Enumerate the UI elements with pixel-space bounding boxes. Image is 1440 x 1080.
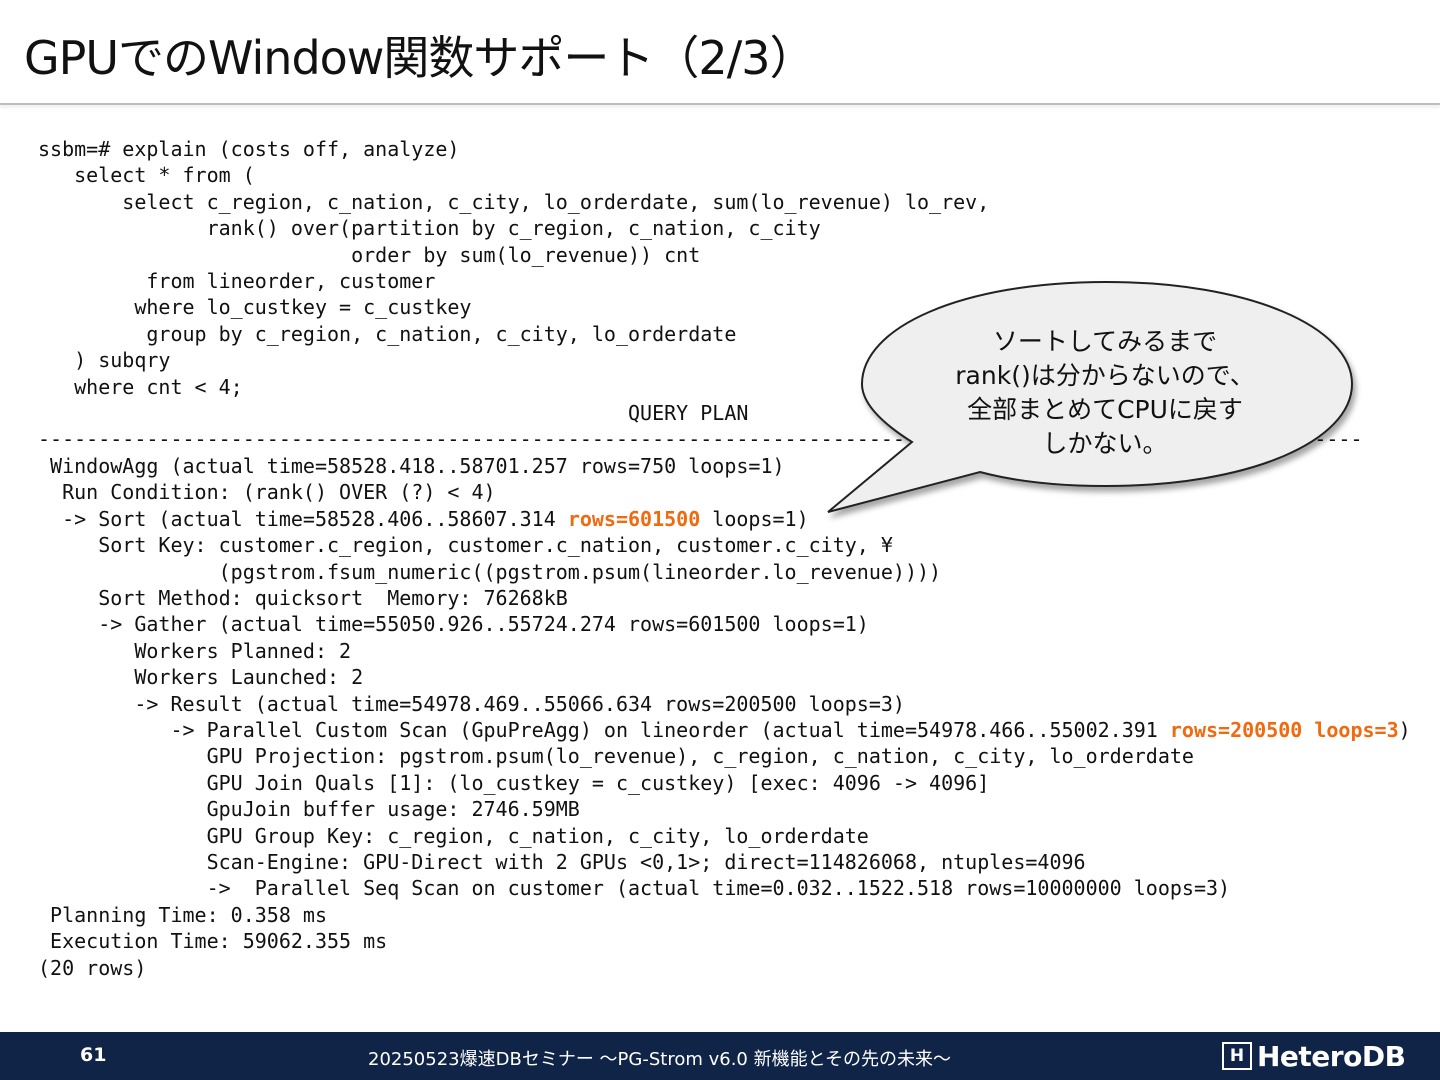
- code-line: group by c_region, c_nation, c_city, lo_…: [38, 321, 737, 346]
- code-line: order by sum(lo_revenue)) cnt: [38, 242, 701, 267]
- plan-line-suffix: ): [1398, 717, 1411, 742]
- title-divider: [0, 103, 1440, 105]
- code-line: select * from (: [38, 163, 255, 188]
- plan-line: GpuJoin buffer usage: 2746.59MB: [38, 797, 580, 822]
- plan-line-prefix: -> Sort (actual time=58528.406..58607.31…: [38, 506, 568, 531]
- footer-bar: 61 20250523爆速DBセミナー ～PG-Strom v6.0 新機能とそ…: [0, 1032, 1440, 1080]
- plan-line: Sort Method: quicksort Memory: 76268kB: [38, 585, 568, 610]
- logo-text: HeteroDB: [1257, 1039, 1406, 1073]
- code-line: rank() over(partition by c_region, c_nat…: [38, 216, 821, 241]
- highlight-scan-rows: rows=200500 loops=3: [1169, 717, 1399, 742]
- plan-line: Planning Time: 0.358 ms: [38, 902, 327, 927]
- callout-line: ソートしてみるまで: [992, 327, 1218, 356]
- plan-line: Run Condition: (rank() OVER (?) < 4): [38, 480, 496, 505]
- plan-line: WindowAgg (actual time=58528.418..58701.…: [38, 453, 785, 478]
- logo-mark-icon: H: [1222, 1042, 1252, 1070]
- explain-output: ssbm=# explain (costs off, analyze) sele…: [38, 136, 1411, 981]
- plan-line-prefix: -> Parallel Custom Scan (GpuPreAgg) on l…: [38, 717, 1170, 742]
- plan-line: Workers Planned: 2: [38, 638, 352, 663]
- plan-line-sort: -> Sort (actual time=58528.406..58607.31…: [38, 507, 809, 531]
- seminar-title: 20250523爆速DBセミナー ～PG-Strom v6.0 新機能とその先の…: [368, 1049, 952, 1070]
- code-line: where lo_custkey = c_custkey: [38, 295, 472, 320]
- plan-line: -> Parallel Seq Scan on customer (actual…: [38, 876, 1231, 901]
- plan-line: -> Result (actual time=54978.469..55066.…: [38, 691, 905, 716]
- highlight-sort-rows: rows=601500: [567, 506, 701, 531]
- callout-line: 全部まとめてCPUに戻す: [967, 395, 1243, 424]
- plan-line: Scan-Engine: GPU-Direct with 2 GPUs <0,1…: [38, 849, 1086, 874]
- plan-line-custom-scan: -> Parallel Custom Scan (GpuPreAgg) on l…: [38, 717, 1411, 742]
- plan-line: Workers Launched: 2: [38, 665, 364, 690]
- plan-line: GPU Projection: pgstrom.psum(lo_revenue)…: [38, 744, 1194, 769]
- plan-line: (pgstrom.fsum_numeric((pgstrom.psum(line…: [38, 559, 942, 584]
- code-line: select c_region, c_nation, c_city, lo_or…: [38, 189, 990, 214]
- plan-line: Execution Time: 59062.355 ms: [38, 929, 388, 954]
- callout-text: ソートしてみるまで rank()は分からないので、 全部まとめてCPUに戻す し…: [915, 325, 1295, 461]
- heterodb-logo: H HeteroDB: [1222, 1039, 1406, 1073]
- code-line: from lineorder, customer: [38, 269, 436, 294]
- plan-line: GPU Group Key: c_region, c_nation, c_cit…: [38, 823, 869, 848]
- page-number: 61: [80, 1044, 107, 1066]
- code-line: where cnt < 4;: [38, 374, 243, 399]
- plan-line: GPU Join Quals [1]: (lo_custkey = c_cust…: [38, 770, 990, 795]
- code-line: ) subqry: [38, 348, 171, 373]
- plan-line-suffix: loops=1): [700, 506, 809, 531]
- plan-line: Sort Key: customer.c_region, customer.c_…: [38, 533, 893, 558]
- callout-line: しかない。: [1042, 429, 1168, 458]
- plan-line: (20 rows): [38, 955, 147, 980]
- plan-line: -> Gather (actual time=55050.926..55724.…: [38, 612, 869, 637]
- callout-line: rank()は分からないので、: [955, 361, 1255, 390]
- slide-title: GPUでのWindow関数サポート（2/3）: [24, 31, 815, 85]
- query-plan-header: QUERY PLAN: [38, 401, 749, 426]
- code-line: ssbm=# explain (costs off, analyze): [38, 137, 460, 161]
